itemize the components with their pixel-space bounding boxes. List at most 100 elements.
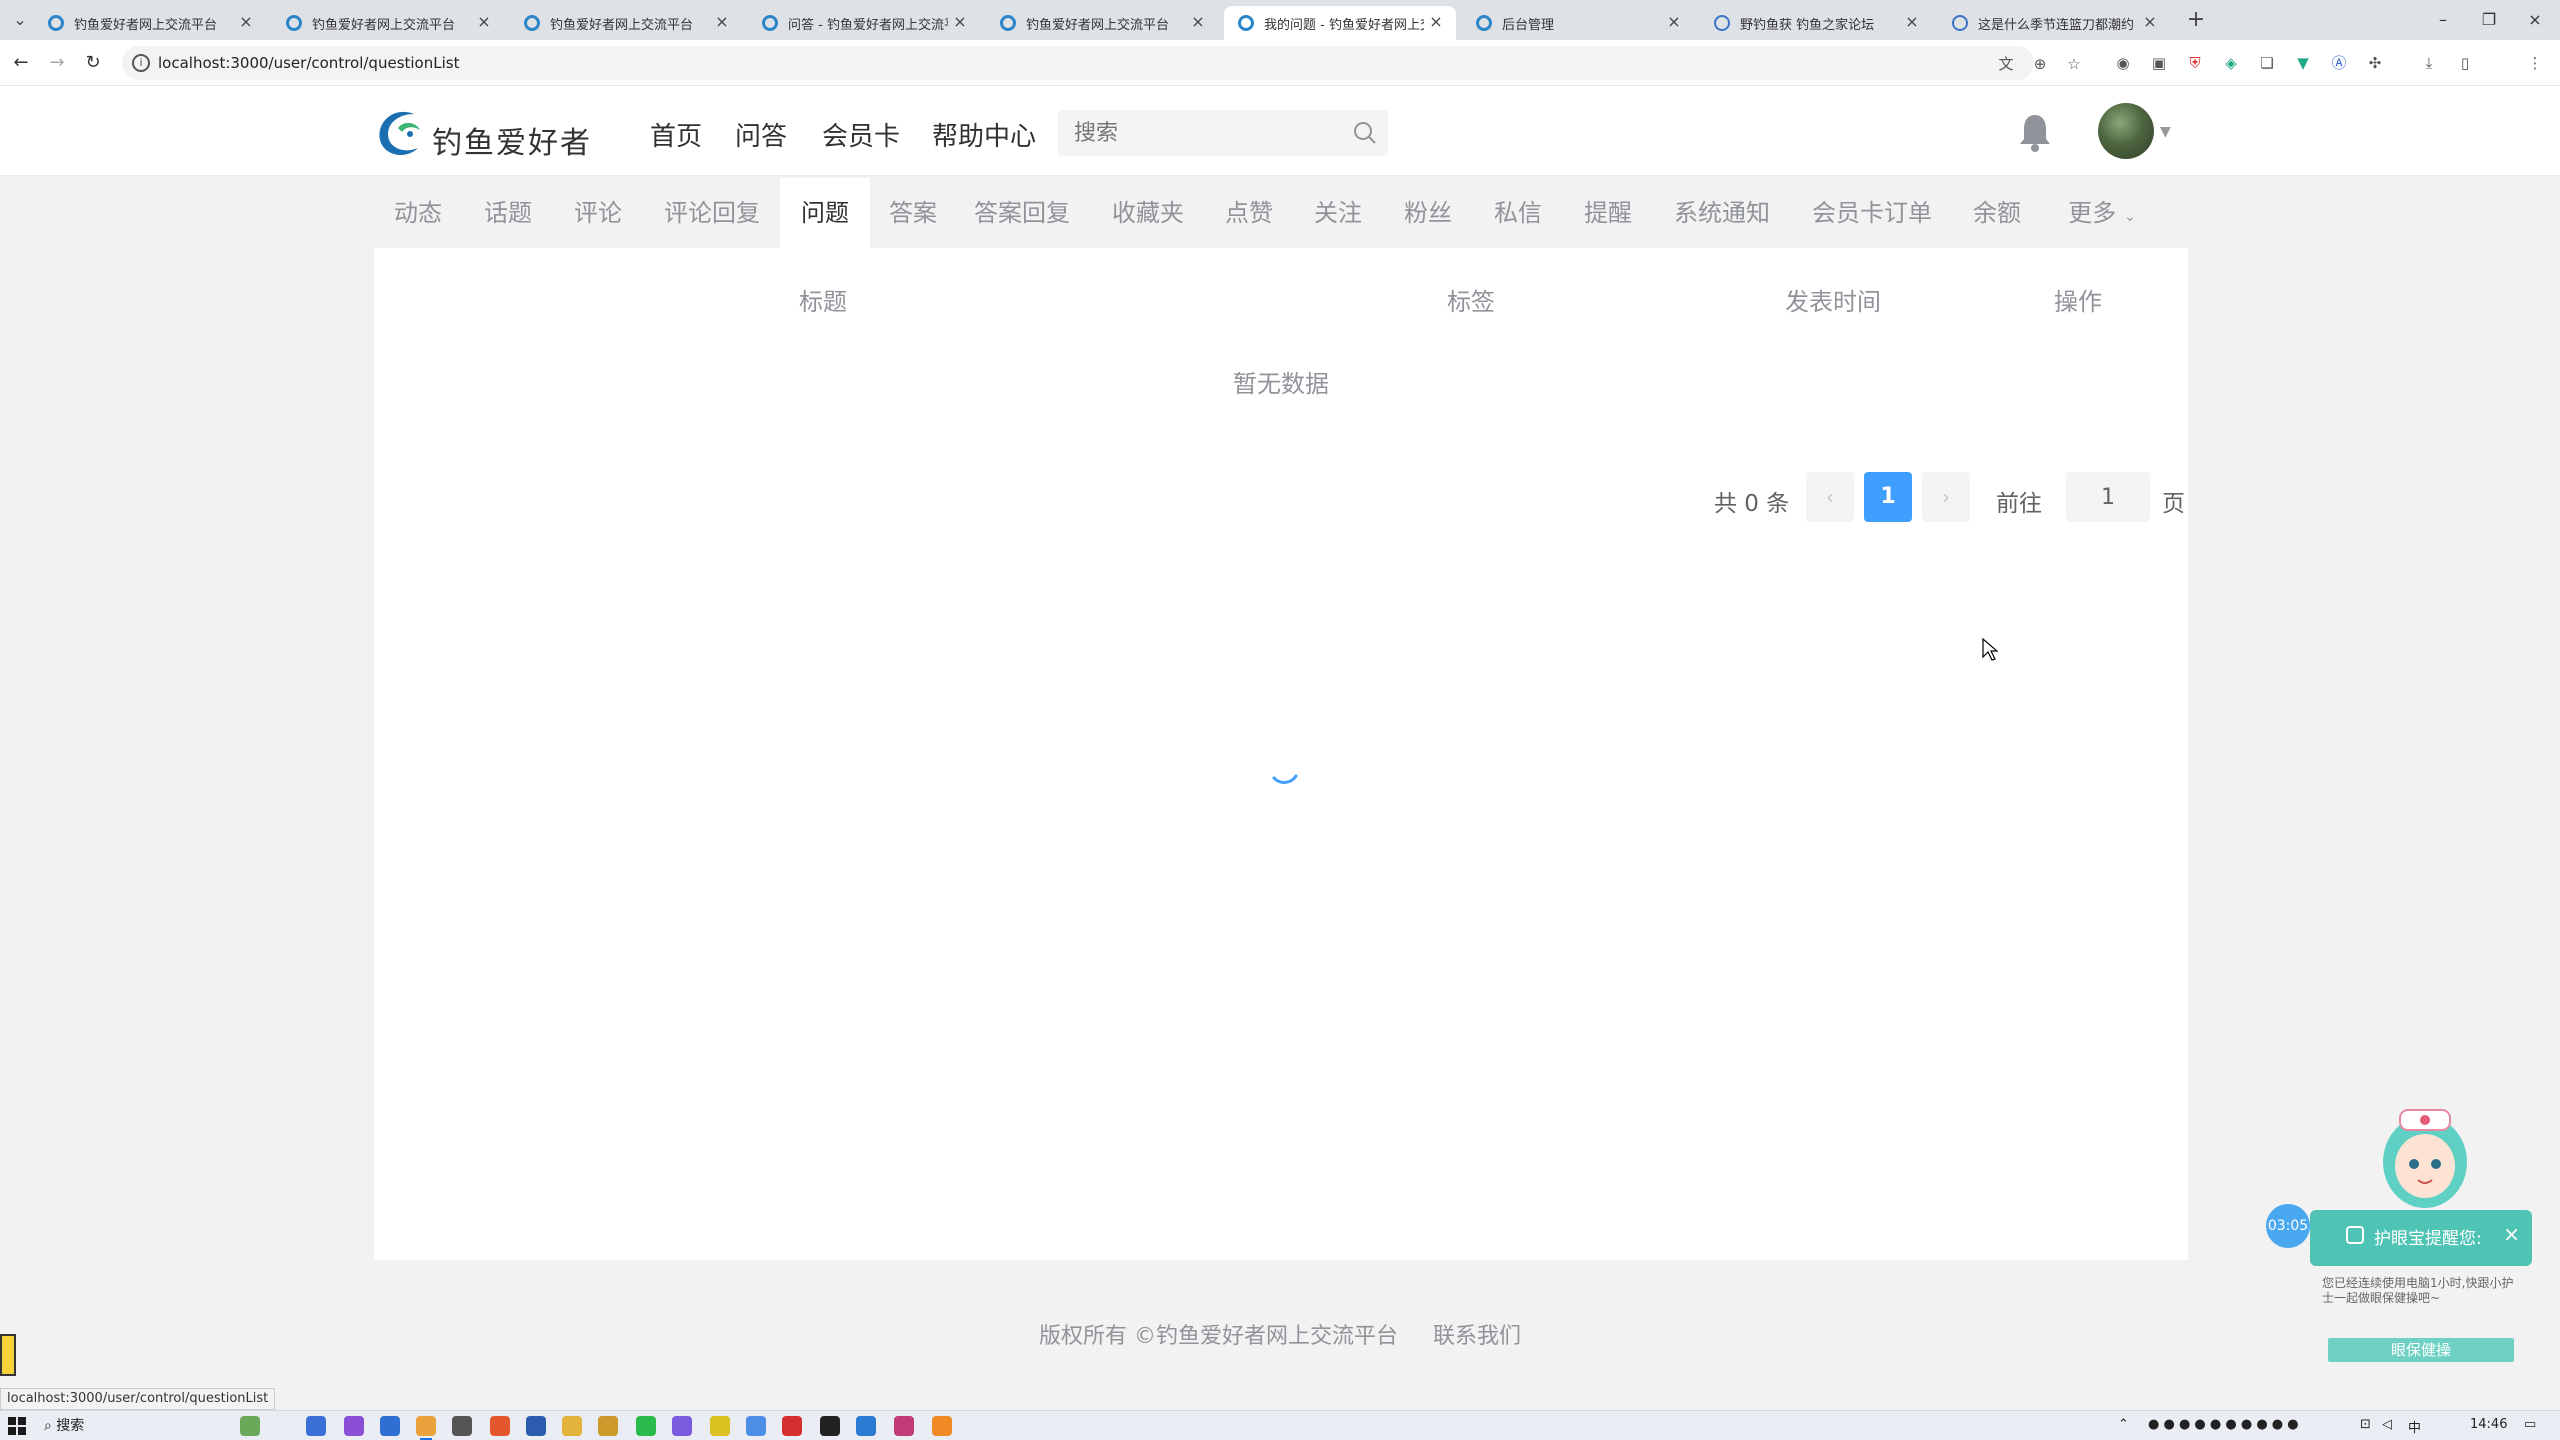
translate-extension-icon[interactable]: Ⓐ [2328,52,2350,74]
netease-music-icon[interactable] [782,1416,802,1436]
windows-start-icon[interactable] [8,1417,26,1435]
folder-icon[interactable] [562,1416,582,1436]
sticky-note-widget[interactable] [0,1334,16,1376]
restore-button[interactable]: ❐ [2466,0,2512,40]
tab-balance[interactable]: 余额 [1954,178,2040,248]
nav-qa[interactable]: 问答 [735,116,787,153]
browser-tab[interactable]: 钓鱼爱好者网上交流平台 × [986,6,1218,40]
tray-app-icons[interactable]: ● ● ● ● ● ● ● ● ● ● [2148,1417,2299,1432]
network-icon[interactable]: ⊡ [2360,1417,2371,1432]
search-input[interactable] [1074,118,1334,148]
nav-help-center[interactable]: 帮助中心 [932,116,1036,153]
browser-tab[interactable]: 钓鱼爱好者网上交流平台 × [510,6,742,40]
camera-icon[interactable]: ◉ [2112,52,2134,74]
tab-favorites[interactable]: 收藏夹 [1092,178,1204,248]
close-icon[interactable]: × [2140,12,2160,32]
forward-button[interactable]: → [44,50,70,76]
browser-tab[interactable]: 这是什么季节连篮刀都潮约 - 钓 × [1938,6,2170,40]
tray-chevron-icon[interactable]: ⌃ [2118,1417,2129,1432]
contact-link[interactable]: 联系我们 [1433,1324,1521,1349]
close-icon[interactable]: × [474,12,494,32]
tab-search-icon[interactable]: ⌄ [8,8,32,32]
tab-answers[interactable]: 答案 [872,178,954,248]
app-icon[interactable] [672,1416,692,1436]
nav-home[interactable]: 首页 [650,116,702,153]
address-bar[interactable]: i localhost:3000/user/control/questionLi… [122,46,2081,80]
browser-tab[interactable]: 钓鱼爱好者网上交流平台 × [34,6,266,40]
close-window-button[interactable]: × [2512,0,2558,40]
browser-icon[interactable] [746,1416,766,1436]
puzzle-icon[interactable]: ✣ [2364,52,2386,74]
search-icon[interactable] [1352,120,1378,146]
tab-reminders[interactable]: 提醒 [1564,178,1652,248]
reload-button[interactable]: ↻ [80,50,106,76]
vue-devtools-icon[interactable]: ▼ [2292,52,2314,74]
page-jump-input[interactable] [2066,472,2150,522]
site-info-icon[interactable]: i [132,54,150,72]
tab-messages[interactable]: 私信 [1474,178,1562,248]
app-icon[interactable] [894,1416,914,1436]
settings-icon[interactable] [452,1416,472,1436]
eye-exercise-button[interactable]: 眼保健操 [2328,1338,2514,1362]
chevron-down-icon[interactable]: ▼ [2160,124,2171,140]
frog-widget-icon[interactable] [240,1416,260,1436]
minimize-button[interactable]: – [2420,0,2466,40]
close-icon[interactable]: × [1902,12,1922,32]
close-icon[interactable]: × [1188,12,1208,32]
browser-tab[interactable]: 野钓鱼获 钓鱼之家论坛 × [1700,6,1932,40]
close-icon[interactable]: × [1426,12,1446,32]
task-view-icon[interactable] [306,1416,326,1436]
tab-system-notices[interactable]: 系统通知 [1654,178,1790,248]
tab-followers[interactable]: 粉丝 [1384,178,1472,248]
browser-tab[interactable]: 问答 - 钓鱼爱好者网上交流平台 × [748,6,980,40]
side-panel-icon[interactable]: ▯ [2454,52,2476,74]
notification-icon[interactable]: ▭ [2524,1417,2536,1432]
shield-icon[interactable]: ⛨ [2184,52,2206,74]
next-page-button[interactable]: › [1922,472,1970,522]
close-icon[interactable]: × [236,12,256,32]
ime-indicator[interactable]: 中 [2408,1417,2421,1436]
chrome-icon[interactable] [416,1416,436,1440]
jetbrains-icon[interactable] [820,1416,840,1436]
mail-icon[interactable] [526,1416,546,1436]
eyecare-timer[interactable]: 03:05 [2266,1204,2310,1248]
files-icon[interactable] [598,1416,618,1436]
tab-answer-replies[interactable]: 答案回复 [954,178,1090,248]
tab-topics[interactable]: 话题 [464,178,552,248]
wechat-icon[interactable] [636,1416,656,1436]
nav-membership-card[interactable]: 会员卡 [822,116,900,153]
copy-icon[interactable]: ❏ [2256,52,2278,74]
tab-more[interactable]: 更多 ⌄ [2042,178,2162,248]
bookmark-star-icon[interactable]: ☆ [2064,54,2084,74]
image-icon[interactable]: ▣ [2148,52,2170,74]
tab-card-orders[interactable]: 会员卡订单 [1792,178,1952,248]
tab-following[interactable]: 关注 [1294,178,1382,248]
tab-questions[interactable]: 问题 [780,178,870,248]
close-icon[interactable]: × [2503,1222,2520,1246]
page-number-current[interactable]: 1 [1864,472,1912,522]
back-button[interactable]: ← [8,50,34,76]
zoom-icon[interactable]: ⊕ [2030,54,2050,74]
app-icon[interactable] [856,1416,876,1436]
prev-page-button[interactable]: ‹ [1806,472,1854,522]
close-icon[interactable]: × [712,12,732,32]
avatar[interactable] [2098,103,2154,159]
app-icon[interactable] [344,1416,364,1436]
tab-likes[interactable]: 点赞 [1206,178,1292,248]
notes-icon[interactable] [710,1416,730,1436]
clock[interactable]: 14:46 [2470,1417,2507,1432]
more-menu-icon[interactable]: ⋮ [2524,52,2546,74]
translate-icon[interactable]: 文 [1996,54,2016,74]
volume-icon[interactable]: ◁ [2382,1417,2392,1432]
vscode-icon[interactable] [380,1416,400,1436]
bell-icon[interactable] [2018,112,2052,152]
firefox-icon[interactable] [490,1416,510,1436]
taskbar-search[interactable]: ⌕ 搜索 [44,1415,244,1437]
tab-comment-replies[interactable]: 评论回复 [644,178,780,248]
new-tab-button[interactable]: + [2182,6,2210,34]
tab-activity[interactable]: 动态 [374,178,462,248]
close-icon[interactable]: × [950,12,970,32]
close-icon[interactable]: × [1664,12,1684,32]
browser-tab[interactable]: 钓鱼爱好者网上交流平台 × [272,6,504,40]
extension-icon[interactable]: ◈ [2220,52,2242,74]
